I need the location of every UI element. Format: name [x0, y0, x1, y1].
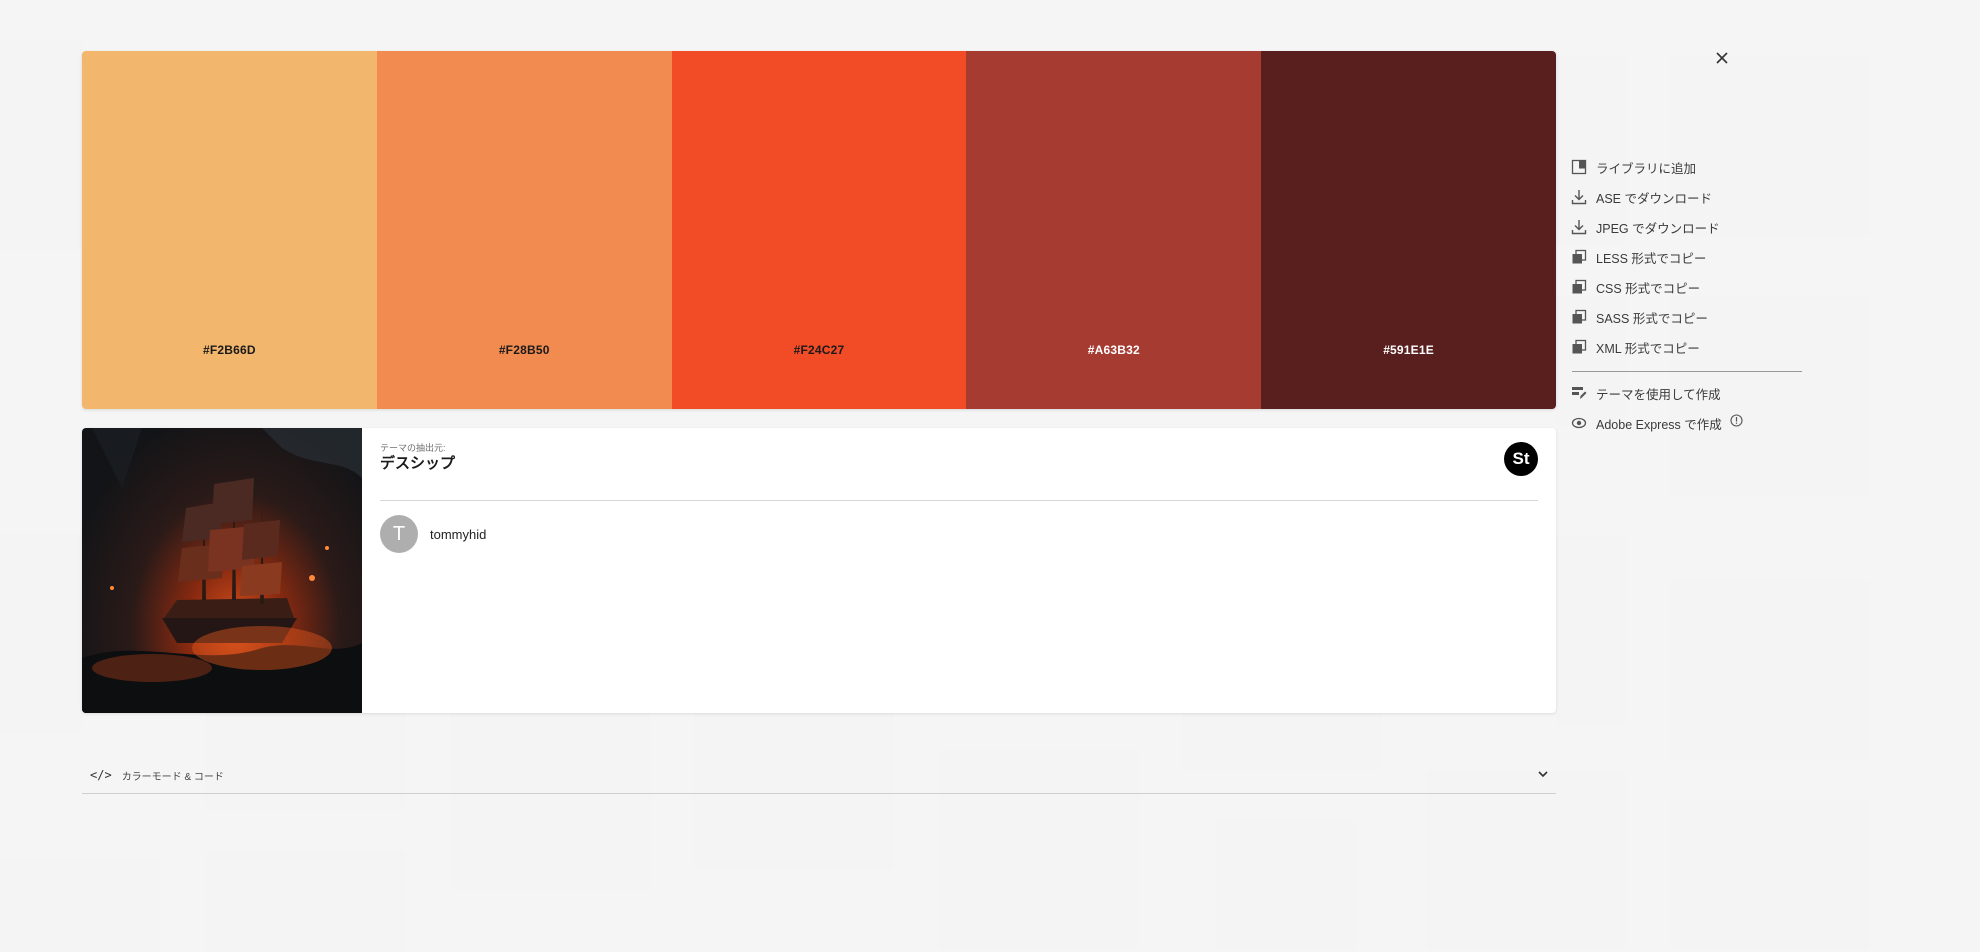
author[interactable]: T tommyhid — [380, 515, 486, 553]
action-label: XML 形式でコピー — [1596, 341, 1700, 356]
adobe-express-icon — [1570, 414, 1588, 432]
download-icon — [1570, 218, 1588, 236]
info-icon[interactable] — [1730, 414, 1743, 432]
copy-icon — [1570, 278, 1588, 296]
swatch-4[interactable]: #A63B32 — [966, 51, 1262, 409]
pirate-ship-image[interactable] — [82, 428, 362, 713]
close-icon — [1716, 52, 1728, 64]
action-label: ライブラリに追加 — [1596, 161, 1697, 176]
swatch-3[interactable]: #F24C27 — [671, 51, 967, 409]
action-label: CSS 形式でコピー — [1596, 281, 1701, 296]
download-icon — [1570, 188, 1588, 206]
author-name: tommyhid — [430, 526, 487, 542]
swatch-2[interactable]: #F28B50 — [376, 51, 672, 409]
code-icon: </> — [90, 768, 112, 782]
divider — [380, 500, 1538, 501]
create-with-theme-button[interactable]: テーマを使用して作成 — [1570, 378, 1802, 408]
swatch-hex-label: #A63B32 — [1087, 343, 1140, 357]
copy-icon — [1570, 338, 1588, 356]
actions-panel: ライブラリに追加 ASE でダウンロード JPEG でダウンロード LESS 形… — [1570, 152, 1802, 438]
source-title[interactable]: デスシップ — [380, 452, 455, 473]
color-swatches: #F2B66D #F28B50 #F24C27 #A63B32 #591E1E — [82, 51, 1556, 409]
edit-theme-icon — [1570, 384, 1588, 402]
adobe-stock-badge[interactable]: St — [1504, 442, 1538, 476]
swatch-hex-label: #F28B50 — [498, 343, 550, 357]
action-label: SASS 形式でコピー — [1596, 311, 1708, 326]
download-jpeg-button[interactable]: JPEG でダウンロード — [1570, 212, 1802, 242]
color-mode-code-accordion[interactable]: </> カラーモード & コード — [82, 757, 1556, 794]
download-ase-button[interactable]: ASE でダウンロード — [1570, 182, 1802, 212]
action-label: LESS 形式でコピー — [1596, 251, 1707, 266]
close-button[interactable] — [1711, 47, 1733, 69]
library-icon — [1570, 158, 1588, 176]
avatar: T — [380, 515, 418, 553]
create-in-adobe-express-button[interactable]: Adobe Express で作成 — [1570, 408, 1802, 438]
swatch-hex-label: #F24C27 — [793, 343, 845, 357]
source-card: テーマの抽出元: デスシップ St T tommyhid — [82, 428, 1556, 713]
accordion-label: カラーモード & コード — [121, 771, 224, 783]
source-info: テーマの抽出元: デスシップ St T tommyhid — [380, 428, 1538, 713]
swatch-hex-label: #591E1E — [1383, 343, 1434, 357]
action-label: JPEG でダウンロード — [1596, 221, 1720, 236]
swatch-5[interactable]: #591E1E — [1261, 51, 1556, 409]
copy-sass-button[interactable]: SASS 形式でコピー — [1570, 302, 1802, 332]
chevron-down-icon[interactable] — [1536, 767, 1550, 786]
action-label: ASE でダウンロード — [1596, 191, 1712, 206]
copy-icon — [1570, 248, 1588, 266]
copy-icon — [1570, 308, 1588, 326]
swatch-hex-label: #F2B66D — [203, 343, 256, 357]
action-label: Adobe Express で作成 — [1596, 417, 1722, 432]
theme-detail-modal: #F2B66D #F28B50 #F24C27 #A63B32 #591E1E — [0, 0, 1980, 952]
action-label: テーマを使用して作成 — [1596, 387, 1721, 402]
copy-xml-button[interactable]: XML 形式でコピー — [1570, 332, 1802, 362]
divider — [1572, 371, 1802, 372]
copy-css-button[interactable]: CSS 形式でコピー — [1570, 272, 1802, 302]
swatch-1[interactable]: #F2B66D — [82, 51, 377, 409]
add-to-library-button[interactable]: ライブラリに追加 — [1570, 152, 1802, 182]
copy-less-button[interactable]: LESS 形式でコピー — [1570, 242, 1802, 272]
